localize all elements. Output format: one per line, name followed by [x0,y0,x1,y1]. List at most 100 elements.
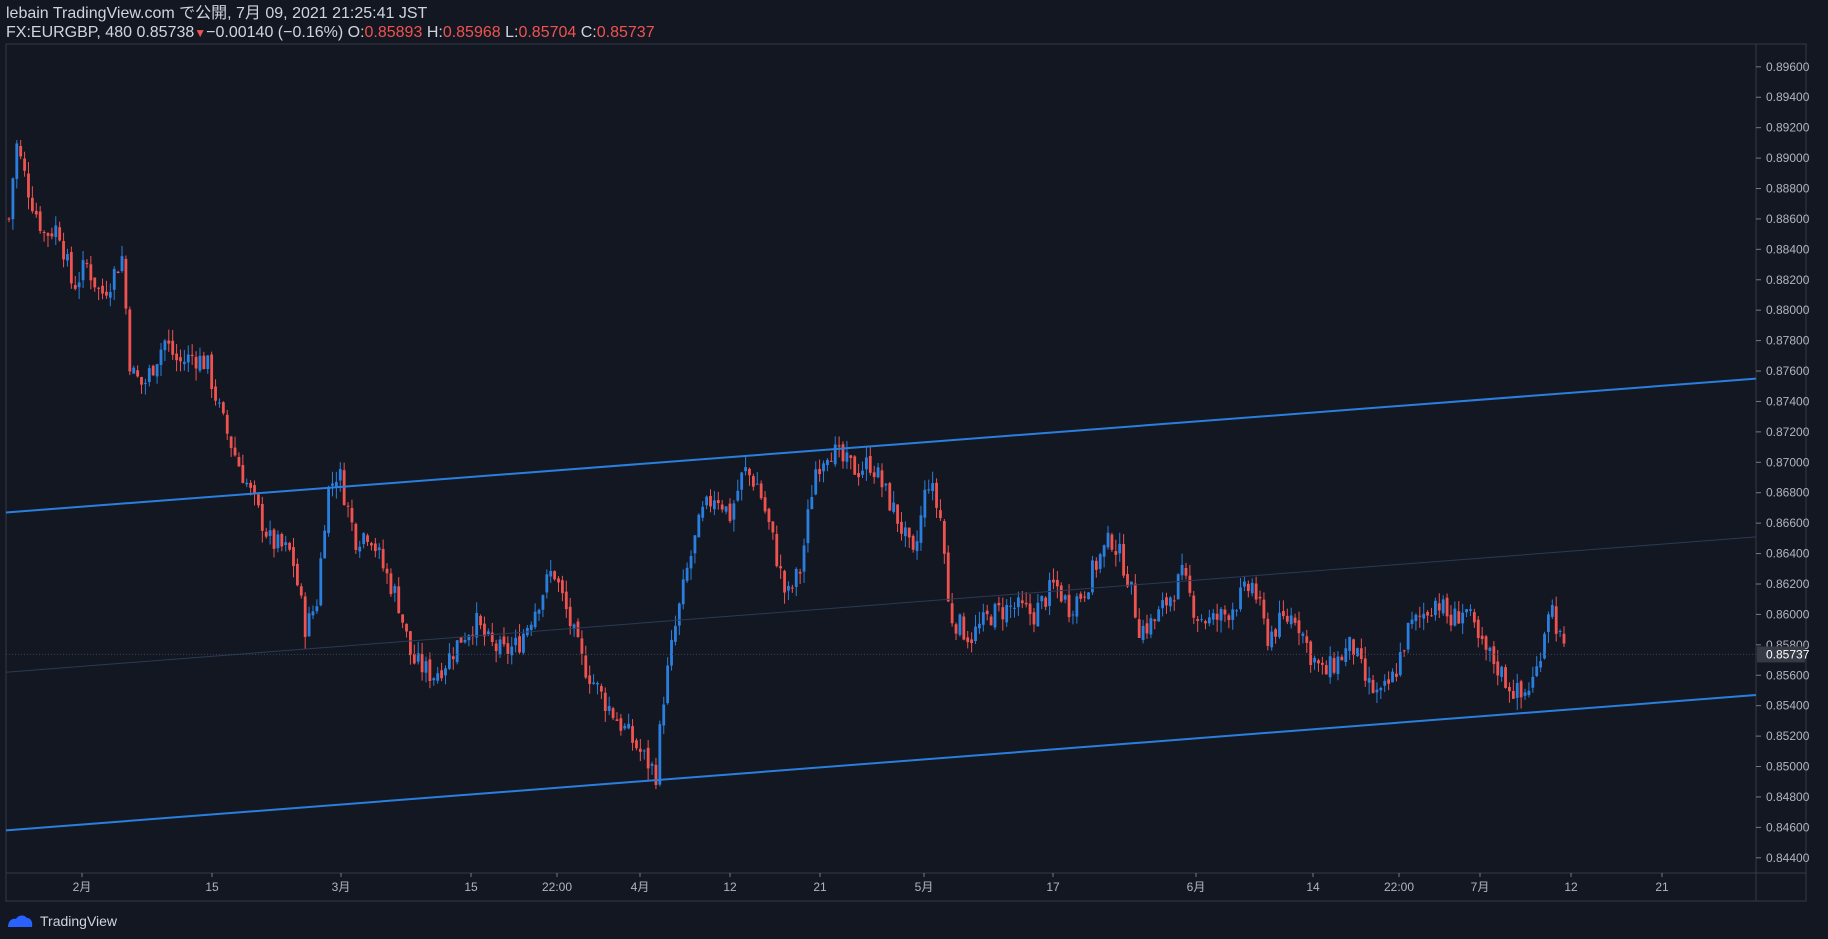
candle [1063,594,1067,604]
candle-body [619,718,623,731]
candle-body [845,452,849,462]
candle [218,398,221,408]
candle [607,696,611,716]
candle [311,605,315,620]
candle-body [1168,597,1172,607]
candle-body [915,541,919,552]
candle [1535,656,1539,678]
candle-body [393,586,397,593]
candle-body [518,636,521,653]
candle-body [30,197,34,212]
candle-body [412,653,416,664]
candle-body [288,542,292,550]
candle-body [841,444,845,462]
candle [1200,614,1203,623]
candle-body [514,637,518,646]
candle-body [907,527,911,538]
candle-body [1406,623,1410,650]
candle-body [884,483,888,486]
candle [927,479,931,494]
candle [1395,663,1398,682]
candle [194,351,198,381]
candle [958,613,962,637]
candle-body [1554,606,1558,634]
candle-body [1379,687,1383,691]
channel-lines[interactable] [5,377,1757,832]
candle [190,344,194,365]
candle-body [790,587,794,589]
candle [931,471,935,501]
candle-body [132,367,136,374]
candle [1192,591,1196,624]
candle [455,639,459,665]
candle-body [486,631,490,634]
y-tick-label: 0.88600 [1766,212,1810,226]
candle [1137,608,1141,638]
candle [319,552,323,607]
candle-body [1145,623,1149,634]
candle-body [728,503,732,521]
y-tick-label: 0.85200 [1766,729,1810,743]
candle [77,271,81,300]
candle [447,643,451,671]
candle [681,569,685,610]
candle-body [436,673,440,681]
candle [327,485,330,537]
candle [101,278,104,300]
candle-body [280,533,284,547]
chart-frame [5,43,1807,902]
candle-body [1305,636,1309,643]
y-tick-label: 0.85000 [1766,760,1810,774]
time-axis[interactable]: 2月 15 3月 15 22:00 4月 12 21 5月 17 6月 14 22:00 7月 12 21 [73,873,1669,894]
candle [1211,608,1215,625]
candle-body [1207,617,1211,624]
candle-body [319,558,323,606]
candle [1145,614,1149,639]
candle-body [182,361,186,364]
candle-body [69,252,73,284]
candle-body [997,602,1001,606]
candle-body [771,521,775,533]
candle-body [136,370,140,377]
candle [1469,604,1472,617]
candle [849,454,853,470]
candle-body [128,309,132,372]
candle [405,623,408,638]
candle-body [1387,679,1391,684]
candle [81,251,85,289]
candle [171,329,175,360]
candle [436,666,440,684]
candle [1543,631,1546,660]
candle [1176,573,1180,600]
channel-upper-line [5,377,1757,514]
candle [1250,578,1254,597]
candle-body [1395,673,1398,677]
candle [397,577,401,614]
candle [794,567,798,597]
candle-body [798,571,802,574]
candle-body [93,277,97,288]
candle [611,706,615,721]
candle [1133,574,1137,619]
candle [342,462,346,506]
candle [841,441,845,469]
candle [911,534,915,553]
candle [1441,595,1445,616]
candle [541,594,545,618]
price-chart[interactable]: 0.89600 0.89400 0.89200 0.89000 0.88800 0.886… [0,0,1828,939]
candle-body [970,639,974,644]
price-axis[interactable]: 0.89600 0.89400 0.89200 0.89000 0.88800 0.886… [1756,60,1810,865]
x-tick-label: 12 [723,880,737,894]
candle [861,461,864,479]
candle [619,713,623,736]
candle-body [1453,608,1457,626]
candle [471,626,475,645]
candle [1165,592,1168,614]
candle-body [1313,657,1316,663]
candle-body [876,467,880,478]
candle-body [864,457,868,470]
candle-body [140,376,143,385]
candle [1359,638,1363,664]
candle-body [1071,614,1075,616]
candle-body [716,500,720,504]
